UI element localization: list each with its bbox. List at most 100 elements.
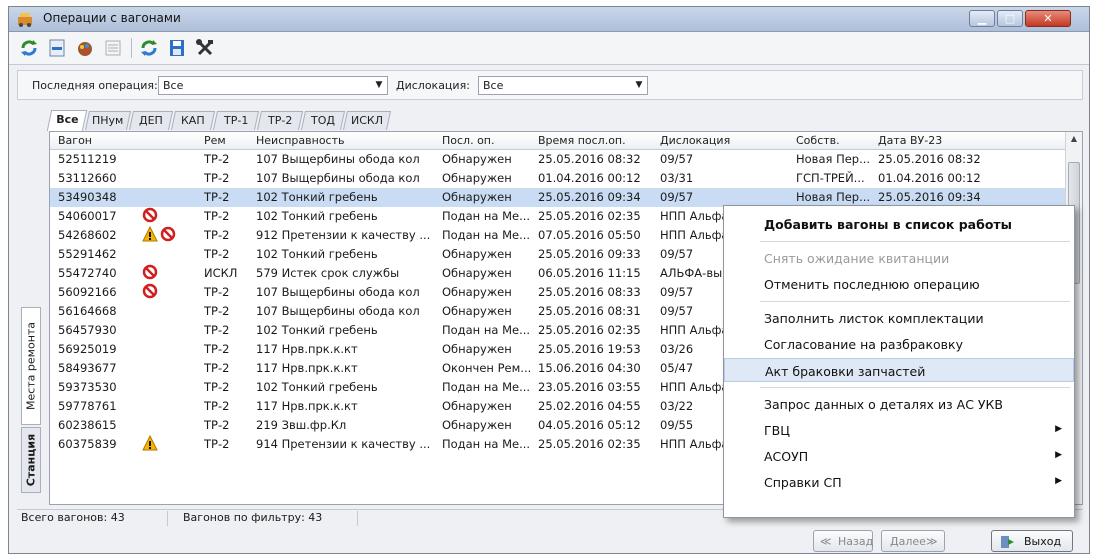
tab-repair-places[interactable]: Места ремонта xyxy=(21,307,41,425)
tab-tr2[interactable]: ТР-2 xyxy=(256,111,304,130)
wagon-number: 55291462 xyxy=(58,247,117,261)
list-button[interactable] xyxy=(101,36,127,62)
exit-icon xyxy=(1000,535,1016,552)
title-bar[interactable]: Операции с вагонами ▁ □ ✕ xyxy=(9,7,1089,32)
tab-dep[interactable]: ДЕП xyxy=(128,111,174,130)
last-operation-time: 23.05.2016 03:55 xyxy=(538,380,641,394)
menu-item-label: Добавить вагоны в список работы xyxy=(764,217,1012,232)
repair-type: ТР-2 xyxy=(204,285,230,299)
repair-type: ТР-2 xyxy=(204,361,230,375)
context-menu-item[interactable]: Заполнить листок комплектации xyxy=(724,306,1074,330)
fault: 219 Звш.фр.Кл xyxy=(256,418,347,432)
minimize-button[interactable]: ▁ xyxy=(969,10,995,27)
wagon-number: 55472740 xyxy=(58,266,117,280)
status-icons xyxy=(142,283,198,302)
column-header[interactable]: Собств. xyxy=(796,134,876,147)
tab-station[interactable]: Станция xyxy=(21,427,41,493)
status-icons xyxy=(142,188,198,207)
last-operation-time: 25.05.2016 09:34 xyxy=(538,190,641,204)
column-header[interactable]: Дата ВУ-23 xyxy=(878,134,1000,147)
reload-icon xyxy=(141,40,157,56)
save-button[interactable] xyxy=(165,36,191,62)
submenu-arrow-icon: ▶ xyxy=(1055,450,1062,460)
wagon-number: 53490348 xyxy=(58,190,117,204)
context-menu-item[interactable]: ГВЦ ▶ xyxy=(724,418,1074,442)
back-button[interactable]: ≪ Назад xyxy=(813,530,873,552)
dislocation-label: Дислокация: xyxy=(396,79,470,92)
table-row[interactable]: 52511219 ТР-2 107 Выщербины обода кол Обнар… xyxy=(50,150,1066,169)
column-header[interactable]: Время посл.оп. xyxy=(538,134,654,147)
repair-type: ТР-2 xyxy=(204,247,230,261)
paint-button[interactable] xyxy=(73,36,99,62)
tab-tr1[interactable]: ТР-1 xyxy=(212,111,260,130)
last-operation-select[interactable]: Все ▼ xyxy=(158,76,388,95)
context-menu-item[interactable]: Справки СП ▶ xyxy=(724,470,1074,494)
column-header[interactable]: Рем xyxy=(204,134,244,147)
context-menu-item[interactable]: Добавить вагоны в список работы xyxy=(724,212,1074,236)
tab-kap[interactable]: КАП xyxy=(170,111,216,130)
maximize-button[interactable]: □ xyxy=(997,10,1023,27)
last-operation-time: 25.05.2016 08:33 xyxy=(538,285,641,299)
last-operation: Обнаружен xyxy=(442,171,512,185)
dislocation: 03/31 xyxy=(660,171,694,185)
save-icon xyxy=(170,40,184,56)
last-operation-time: 07.05.2016 05:50 xyxy=(538,228,641,242)
context-menu-item[interactable]: Запрос данных о деталях из АС УКВ xyxy=(724,392,1074,416)
dislocation-select[interactable]: Все ▼ xyxy=(478,76,648,95)
back-label: Назад xyxy=(838,535,874,548)
column-header[interactable]: Посл. оп. xyxy=(442,134,536,147)
menu-item-label: Акт браковки запчастей xyxy=(765,364,926,379)
status-separator xyxy=(167,511,168,526)
column-header[interactable]: Неисправность xyxy=(256,134,438,147)
tools-button[interactable] xyxy=(193,36,219,62)
context-menu-item[interactable]: Акт браковки запчастей xyxy=(724,358,1074,382)
fault: 914 Претензии к качеству ... xyxy=(256,437,431,451)
remove-wagon-button[interactable] xyxy=(45,36,71,62)
menu-item-label: Запрос данных о деталях из АС УКВ xyxy=(764,397,1004,412)
context-menu-item[interactable]: Согласование на разбраковку xyxy=(724,332,1074,356)
wagon-number: 56092166 xyxy=(58,285,117,299)
table-row[interactable]: 53112660 ТР-2 107 Выщербины обода кол Обнар… xyxy=(50,169,1066,188)
refresh-button[interactable] xyxy=(17,36,43,62)
status-icons xyxy=(142,207,198,226)
last-operation-value: Все xyxy=(163,79,184,92)
tab-iskl[interactable]: ИСКЛ xyxy=(342,111,392,130)
last-operation-time: 25.05.2016 02:35 xyxy=(538,323,641,337)
chevron-up-icon[interactable]: ▲ xyxy=(1066,134,1082,143)
owner: Новая Пер... xyxy=(796,152,871,166)
wagon-number: 56164668 xyxy=(58,304,117,318)
fault: 107 Выщербины обода кол xyxy=(256,285,420,299)
column-header[interactable]: Вагон xyxy=(58,134,122,147)
reload-button[interactable] xyxy=(137,36,163,62)
tab-all[interactable]: Все xyxy=(46,110,88,131)
fault: 117 Нрв.прк.к.кт xyxy=(256,399,358,413)
repair-type: ТР-2 xyxy=(204,437,230,451)
context-menu-item[interactable]: Снять ожидание квитанции xyxy=(724,246,1074,270)
tab-tod[interactable]: ТОД xyxy=(300,111,346,130)
fault: 102 Тонкий гребень xyxy=(256,323,378,337)
close-button[interactable]: ✕ xyxy=(1025,10,1071,27)
submenu-arrow-icon: ▶ xyxy=(1055,424,1062,434)
menu-item-label: Отменить последнюю операцию xyxy=(764,277,980,292)
last-operation: Обнаружен xyxy=(442,247,512,261)
status-icons xyxy=(142,302,198,321)
last-operation-time: 01.04.2016 00:12 xyxy=(538,171,641,185)
last-operation-time: 04.05.2016 05:12 xyxy=(538,418,641,432)
wagon-number: 60375839 xyxy=(58,437,117,451)
vu23-date: 25.05.2016 09:34 xyxy=(878,190,981,204)
column-header[interactable]: Дислокация xyxy=(660,134,772,147)
fault: 117 Нрв.прк.к.кт xyxy=(256,342,358,356)
exit-button[interactable]: Выход xyxy=(991,530,1073,552)
last-operation-time: 25.05.2016 08:31 xyxy=(538,304,641,318)
last-operation: Подан на Ме... xyxy=(442,380,531,394)
repair-type: ТР-2 xyxy=(204,304,230,318)
status-icons xyxy=(142,378,198,397)
status-icons xyxy=(142,264,198,283)
tab-pnum[interactable]: ПНум xyxy=(84,111,132,130)
next-button[interactable]: Далее ≫ xyxy=(881,530,945,552)
context-menu-item[interactable]: Отменить последнюю операцию xyxy=(724,272,1074,296)
menu-item-label: Справки СП xyxy=(764,475,842,490)
last-operation: Обнаружен xyxy=(442,304,512,318)
repair-type: ТР-2 xyxy=(204,228,230,242)
context-menu-item[interactable]: АСОУП ▶ xyxy=(724,444,1074,468)
